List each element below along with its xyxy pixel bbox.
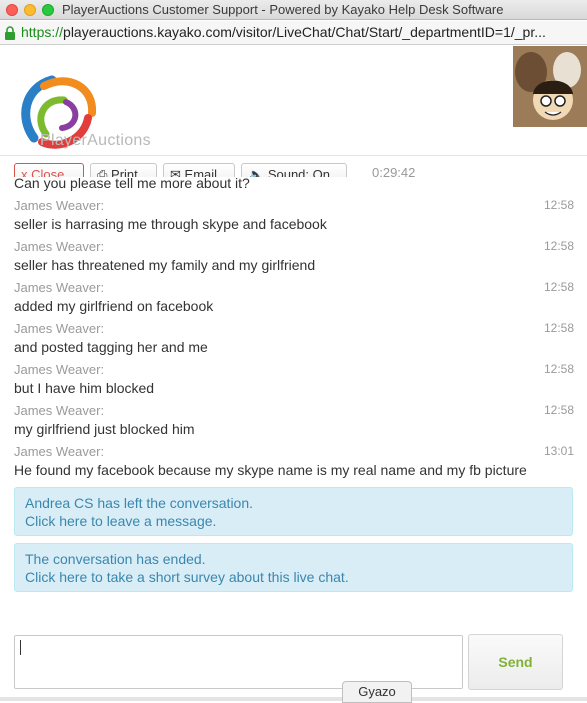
message-sender: James Weaver: [14,321,105,336]
zoom-window-button[interactable] [42,4,54,16]
send-button[interactable]: Send [468,634,563,690]
message-text: but I have him blocked [14,380,155,396]
message-time: 13:01 [543,444,574,458]
message-sender: James Weaver: [14,239,105,254]
chat-message: James Weaver: 13:01 He found my facebook… [14,444,574,484]
message-time: 12:58 [543,403,574,417]
agent-left-text: Andrea CS has left the conversation. [25,495,254,511]
conversation-ended-notice: The conversation has ended. Click here t… [14,543,573,592]
url-path: playerauctions.kayako.com/visitor/LiveCh… [63,24,546,40]
message-text: my girlfriend just blocked him [14,421,195,437]
message-time: 12:58 [543,362,574,376]
message-text: He found my facebook because my skype na… [14,462,527,478]
message-time: 12:58 [543,321,574,335]
message-composer: Send [0,625,587,701]
chat-message: James Weaver: 12:58 my girlfriend just b… [14,403,574,443]
minimize-window-button[interactable] [24,4,36,16]
close-window-button[interactable] [6,4,18,16]
message-text: added my girlfriend on facebook [14,298,214,314]
message-sender: James Weaver: [14,198,105,213]
message-text: seller is harrasing me through skype and… [14,216,327,232]
survey-link[interactable]: Click here to take a short survey about … [25,568,562,586]
url-text[interactable]: https://playerauctions.kayako.com/visito… [21,24,546,40]
message-text: and posted tagging her and me [14,339,208,355]
message-text: seller has threatened my family and my g… [14,257,316,273]
message-sender: James Weaver: [14,280,105,295]
message-time: 12:58 [543,239,574,253]
leave-message-link[interactable]: Click here to leave a message. [25,512,562,530]
bottom-edge [0,697,587,701]
message-time: 12:58 [543,198,574,212]
chat-message: James Weaver: 12:58 but I have him block… [14,362,574,402]
window-titlebar: PlayerAuctions Customer Support - Powere… [0,0,587,20]
address-bar[interactable]: https://playerauctions.kayako.com/visito… [0,21,587,45]
partial-message-text: Can you please tell me more about it? [14,175,250,191]
message-sender: James Weaver: [14,444,105,459]
brand-name: PlayerAuctions [40,132,151,149]
chat-transcript[interactable]: Can you please tell me more about it? Ja… [0,171,587,611]
message-time: 12:58 [543,280,574,294]
gyazo-tab[interactable]: Gyazo [342,681,412,703]
text-caret [20,640,21,655]
chat-message: James Weaver: 12:58 and posted tagging h… [14,321,574,361]
agent-avatar [513,46,587,127]
lock-icon [5,26,15,40]
url-protocol: https:// [21,24,64,40]
conversation-ended-text: The conversation has ended. [25,551,206,567]
message-sender: James Weaver: [14,362,105,377]
page-header: PlayerAuctions [0,46,587,156]
chat-message: James Weaver: 12:58 added my girlfriend … [14,280,574,320]
chat-message: James Weaver: 12:58 seller is harrasing … [14,198,574,238]
chat-message: James Weaver: 12:58 seller has threatene… [14,239,574,279]
window-title: PlayerAuctions Customer Support - Powere… [62,2,504,17]
message-sender: James Weaver: [14,403,105,418]
agent-left-notice: Andrea CS has left the conversation. Cli… [14,487,573,536]
